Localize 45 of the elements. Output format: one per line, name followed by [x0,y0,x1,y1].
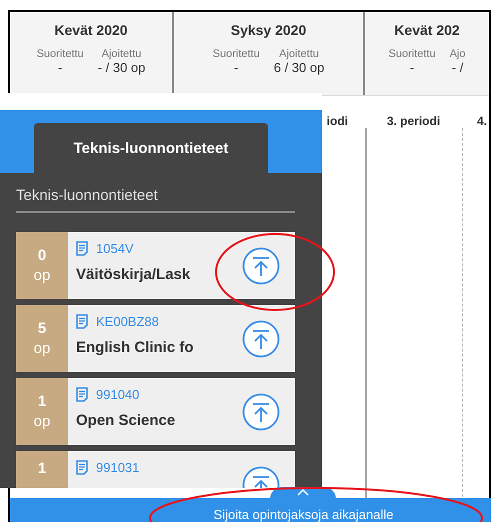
period-label: 3. periodi [386,113,442,128]
credit-value: 5 [38,318,46,338]
stat-label: Suoritettu [36,48,84,60]
period-label: iodi [326,113,349,128]
credit-unit: op [34,338,50,358]
document-icon [76,241,88,256]
course-card[interactable]: 0 op 1054V Väitöskirja/Lask [16,232,295,299]
caret-icon [297,489,309,496]
stat-label: Ajo [450,48,466,60]
category-heading: Teknis-luonnontieteet [16,187,295,213]
move-to-top-icon[interactable] [242,393,280,431]
document-icon [76,387,88,402]
stat-value: - [410,60,414,75]
semester-title: Syksy 2020 [230,22,306,38]
course-code: 991040 [96,387,140,402]
semester-title: Kevät 2020 [54,22,128,38]
category-tab[interactable]: Teknis-luonnontieteet [34,123,268,173]
stat-value: 6 / 30 op [274,60,324,75]
stat-label: Ajoitettu [102,48,142,60]
document-icon [76,460,88,475]
stat-value: - / [452,60,464,75]
move-to-top-icon[interactable] [242,247,280,285]
course-code: 991031 [96,460,140,475]
stat-value: - / 30 op [98,60,146,75]
course-card[interactable]: 1 op 991040 Open Science [16,378,295,445]
stat-value: - [58,60,62,75]
course-code: 1054V [96,241,134,256]
stat-label: Suoritettu [212,48,260,60]
period-label: 4. [476,113,488,128]
stat-label: Ajoitettu [279,48,319,60]
stat-label: Suoritettu [388,48,436,60]
credit-unit: op [34,266,50,286]
stat-value: - [234,60,238,75]
course-card[interactable]: 5 op KE00BZ88 English Clinic fo [16,305,295,372]
document-icon [76,314,88,329]
move-to-top-icon[interactable] [242,320,280,358]
course-name: Väitöskirja/Lask [76,266,192,283]
course-name: English Clinic fo [76,339,195,356]
credit-value: 1 [38,459,46,479]
credit-value: 1 [38,392,46,412]
credit-unit: op [34,412,50,432]
credit-value: 0 [38,246,46,266]
semester-title: Kevät 202 [394,22,460,38]
course-name: Open Science [76,412,176,429]
course-code: KE00BZ88 [96,314,159,329]
